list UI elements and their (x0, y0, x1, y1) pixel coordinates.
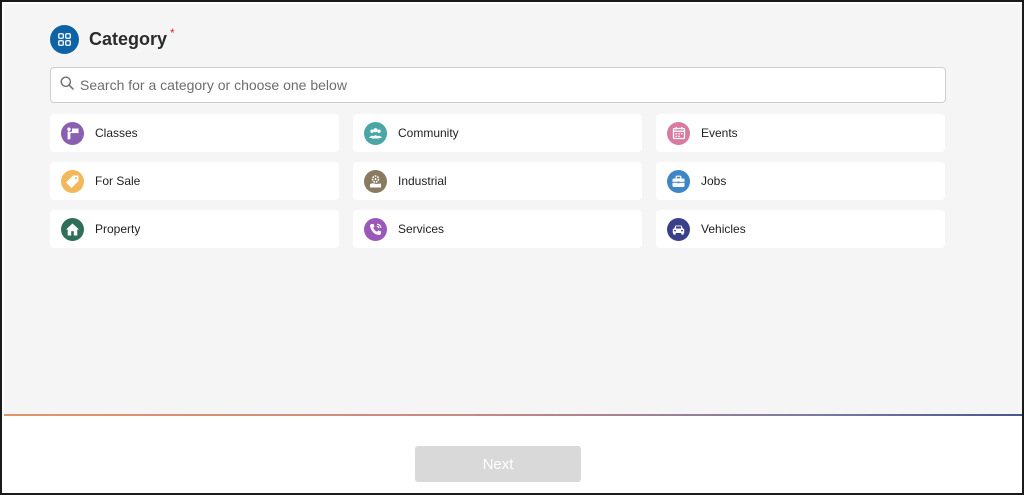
category-label: Classes (95, 126, 138, 140)
people-icon (364, 121, 387, 145)
category-label: Community (398, 126, 459, 140)
category-community[interactable]: Community (353, 114, 642, 152)
category-label: Property (95, 222, 141, 236)
search-icon (60, 76, 74, 95)
factory-icon (364, 169, 387, 193)
page-title: Category (89, 28, 168, 49)
search-input[interactable] (80, 70, 920, 100)
category-events[interactable]: Events (656, 114, 945, 152)
category-classes[interactable]: Classes (50, 114, 339, 152)
category-grid: Classes Community Events For Sale Indust… (50, 114, 946, 248)
category-label: Services (398, 222, 445, 236)
category-label: Events (701, 126, 738, 140)
window-frame: Category * Search for a category or choo… (0, 0, 1024, 495)
category-label: Jobs (701, 174, 727, 188)
phone-icon (364, 217, 387, 241)
category-label: For Sale (95, 174, 141, 188)
tag-icon (61, 169, 84, 193)
category-header: Category * (50, 24, 175, 54)
category-label: Vehicles (701, 222, 746, 236)
briefcase-icon (667, 169, 690, 193)
main-panel: Category * Search for a category or choo… (4, 4, 1022, 414)
presentation-icon (61, 121, 84, 145)
search-box[interactable] (50, 67, 946, 103)
grid-icon (50, 24, 79, 54)
footer-bar: Next (4, 416, 1022, 493)
category-jobs[interactable]: Jobs (656, 162, 945, 200)
category-vehicles[interactable]: Vehicles (656, 210, 945, 248)
car-icon (667, 217, 690, 241)
category-services[interactable]: Services (353, 210, 642, 248)
required-marker: * (170, 26, 175, 40)
house-icon (61, 217, 84, 241)
category-for-sale[interactable]: For Sale (50, 162, 339, 200)
category-property[interactable]: Property (50, 210, 339, 248)
category-label: Industrial (398, 174, 447, 188)
calendar-icon (667, 121, 690, 145)
category-industrial[interactable]: Industrial (353, 162, 642, 200)
next-button[interactable]: Next (415, 446, 581, 482)
